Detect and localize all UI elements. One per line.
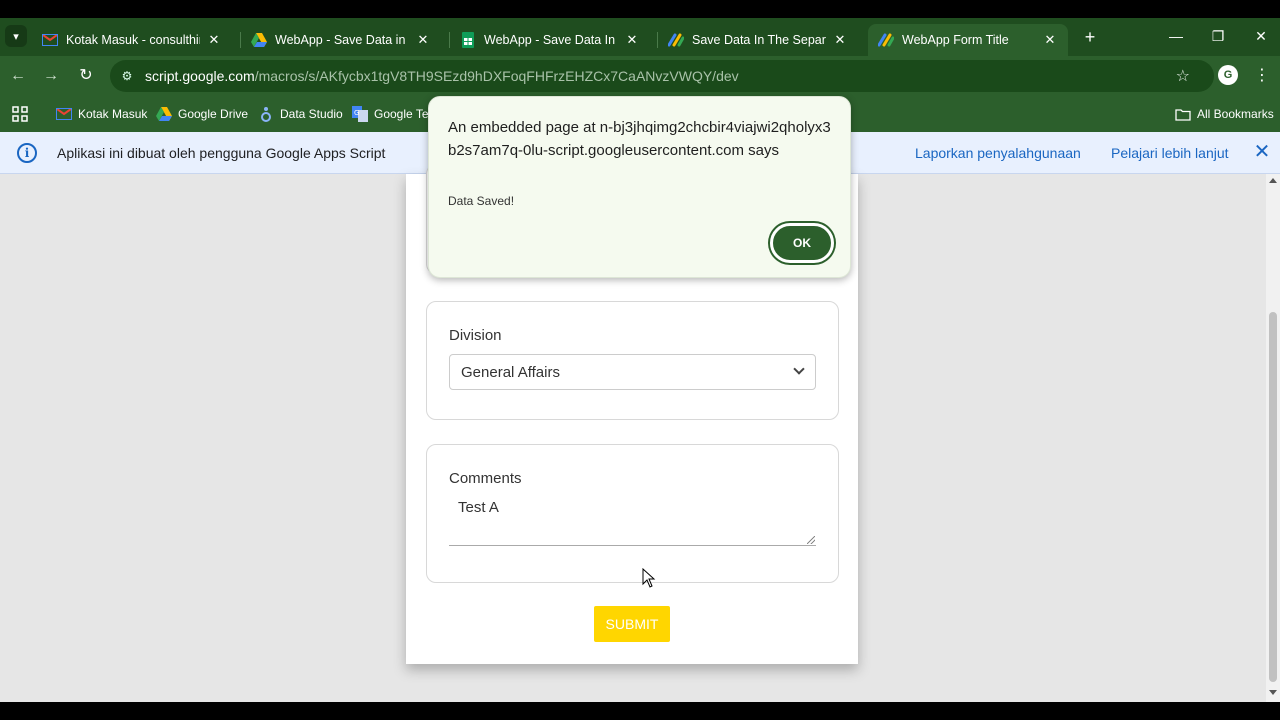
chevron-down-icon <box>793 363 805 375</box>
division-selected-value: General Affairs <box>461 364 560 381</box>
restore-icon[interactable]: ❐ <box>1208 26 1228 46</box>
all-bookmarks-button[interactable]: All Bookmarks <box>1175 105 1274 123</box>
bookmark-star-icon[interactable]: ☆ <box>1176 66 1190 86</box>
bookmark-google-translate[interactable]: G Google Ter <box>352 105 432 123</box>
division-select[interactable]: General Affairs <box>449 354 816 390</box>
scrollbar-thumb[interactable] <box>1269 312 1277 682</box>
resize-handle-icon[interactable] <box>807 536 815 544</box>
tab-title: Kotak Masuk - consulthinkpro <box>66 33 200 47</box>
window-close-icon[interactable]: ✕ <box>1251 26 1271 46</box>
address-url: script.google.com/macros/s/AKfycbx1tgV8T… <box>145 68 739 84</box>
tab-search-button[interactable]: ▾ <box>5 25 27 47</box>
ok-button[interactable]: OK <box>770 223 834 263</box>
comments-textarea[interactable]: Test A <box>449 491 816 546</box>
bookmark-kotak-masuk[interactable]: Kotak Masuk <box>56 105 147 123</box>
folder-icon <box>1175 106 1191 122</box>
close-icon[interactable]: ✕ <box>206 32 222 48</box>
tab-save-data-separate-sheet[interactable]: Save Data In The Separate Sheet ✕ <box>658 24 858 56</box>
address-bar[interactable]: ⚙ script.google.com/macros/s/AKfycbx1tgV… <box>110 60 1214 92</box>
forward-arrow-icon[interactable]: → <box>40 65 62 87</box>
svg-text:G: G <box>354 109 359 117</box>
bookmark-label: Data Studio <box>280 107 343 121</box>
new-tab-button[interactable]: + <box>1080 27 1100 47</box>
tab-kotak-masuk[interactable]: Kotak Masuk - consulthinkpro ✕ <box>32 24 232 56</box>
gmail-icon <box>42 32 58 48</box>
close-icon[interactable]: ✕ <box>624 32 640 48</box>
comments-value: Test A <box>458 499 499 516</box>
profile-avatar-icon[interactable]: G <box>1218 65 1238 85</box>
bookmark-label: Kotak Masuk <box>78 107 148 121</box>
menu-kebab-icon[interactable]: ⋮ <box>1254 65 1270 87</box>
bookmark-data-studio[interactable]: Data Studio <box>258 105 343 123</box>
apps-grid-icon[interactable] <box>12 105 28 123</box>
back-arrow-icon[interactable]: ← <box>7 65 29 87</box>
dialog-message: Data Saved! <box>448 194 515 208</box>
apps-script-icon <box>878 32 894 48</box>
dialog-heading: An embedded page at n-bj3jhqimg2chcbir4v… <box>448 119 831 159</box>
submit-button[interactable]: SUBMIT <box>594 606 670 642</box>
gmail-icon <box>56 106 72 122</box>
bookmark-google-drive[interactable]: Google Drive <box>156 105 248 123</box>
bookmark-label: Google Ter <box>374 107 433 121</box>
info-icon: i <box>17 143 37 163</box>
tab-title: WebApp - Save Data in Separate <box>275 33 409 47</box>
comments-section: Comments Test A <box>426 444 839 583</box>
info-message: Aplikasi ini dibuat oleh pengguna Google… <box>57 145 386 161</box>
tab-webapp-save-data-in-the[interactable]: WebApp - Save Data In The ✕ <box>450 24 650 56</box>
division-label: Division <box>449 327 502 344</box>
learn-more-link[interactable]: Pelajari lebih lanjut <box>1111 145 1229 161</box>
alert-dialog: An embedded page at n-bj3jhqimg2chcbir4v… <box>428 96 851 278</box>
tab-title: WebApp Form Title <box>902 33 1009 47</box>
google-sheets-icon <box>460 32 476 48</box>
page-scrollbar[interactable] <box>1266 174 1280 702</box>
comments-label: Comments <box>449 470 522 487</box>
bookmark-label: Google Drive <box>178 107 249 121</box>
division-section: Division General Affairs <box>426 301 839 420</box>
browser-toolbar: ← → ↻ ⚙ script.google.com/macros/s/AKfyc… <box>0 56 1280 96</box>
apps-script-icon <box>668 32 684 48</box>
site-settings-icon[interactable]: ⚙ <box>118 67 136 85</box>
data-studio-icon <box>258 106 274 122</box>
browser-window: ▾ Kotak Masuk - consulthinkpro ✕ WebApp … <box>0 18 1280 702</box>
close-icon[interactable]: ✕ <box>415 32 431 48</box>
tab-title: Save Data In The Separate Sheet <box>692 33 826 47</box>
close-icon[interactable]: ✕ <box>1042 32 1058 48</box>
close-icon[interactable]: ✕ <box>1252 142 1272 162</box>
minimize-icon[interactable]: — <box>1166 26 1186 46</box>
report-abuse-link[interactable]: Laporkan penyalahgunaan <box>915 145 1081 161</box>
google-drive-icon <box>156 106 172 122</box>
chevron-down-icon: ▾ <box>13 30 19 43</box>
tab-webapp-form-title[interactable]: WebApp Form Title ✕ <box>868 24 1068 56</box>
close-icon[interactable]: ✕ <box>832 32 848 48</box>
tab-webapp-save-data-separate[interactable]: WebApp - Save Data in Separate ✕ <box>241 24 441 56</box>
all-bookmarks-label: All Bookmarks <box>1197 107 1274 121</box>
tab-strip: ▾ Kotak Masuk - consulthinkpro ✕ WebApp … <box>0 18 1280 56</box>
google-translate-icon: G <box>352 106 368 122</box>
scroll-down-icon[interactable] <box>1269 690 1277 695</box>
tab-title: WebApp - Save Data In The <box>484 33 618 47</box>
google-drive-icon <box>251 32 267 48</box>
reload-icon[interactable]: ↻ <box>75 65 97 87</box>
scroll-up-icon[interactable] <box>1269 178 1277 183</box>
